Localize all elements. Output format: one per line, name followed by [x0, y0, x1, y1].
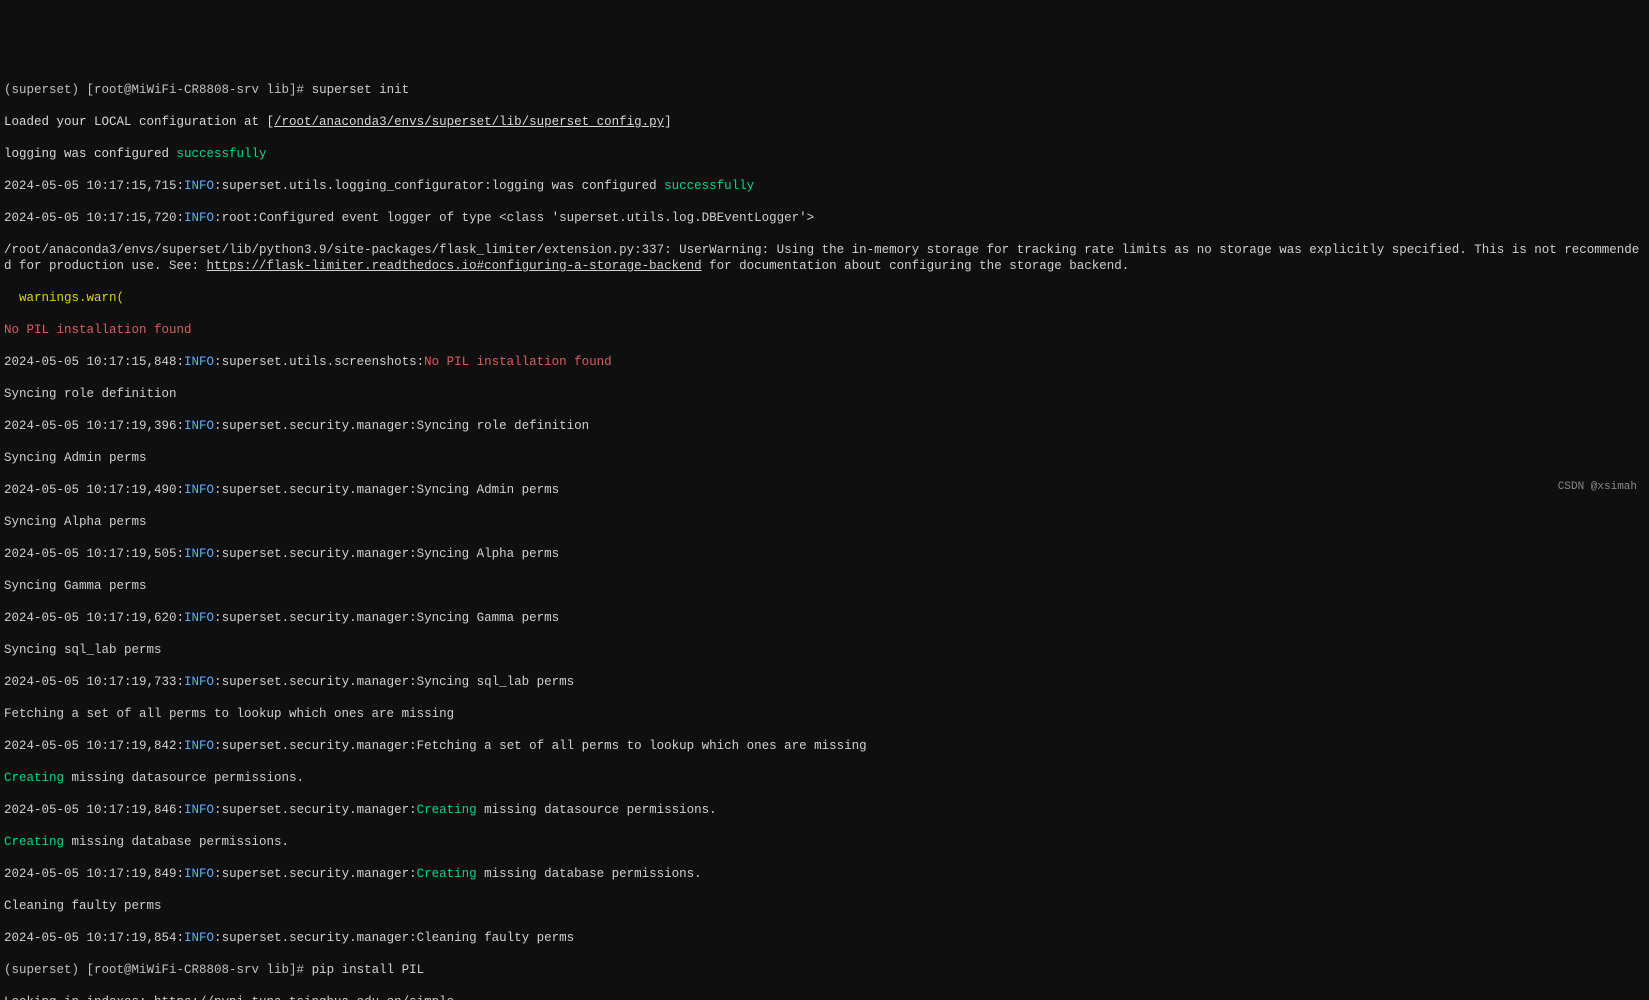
syncing-line: Syncing sql_lab perms [4, 642, 1645, 658]
success-text: successfully [177, 147, 267, 161]
log-level: INFO [184, 867, 214, 881]
syncing-line: Syncing role definition [4, 386, 1645, 402]
command-text: superset init [312, 83, 410, 97]
log-entry: 2024-05-05 10:17:15,715:INFO:superset.ut… [4, 178, 1645, 194]
log-entry: 2024-05-05 10:17:15,848:INFO:superset.ut… [4, 354, 1645, 370]
terminal-output: (superset) [root@MiWiFi-CR8808-srv lib]#… [4, 66, 1645, 1000]
fetching-line: Fetching a set of all perms to lookup wh… [4, 706, 1645, 722]
log-entry: 2024-05-05 10:17:19,846:INFO:superset.se… [4, 802, 1645, 818]
log-level: INFO [184, 803, 214, 817]
log-level: INFO [184, 675, 214, 689]
logging-line: logging was configured successfully [4, 146, 1645, 162]
warning-line: /root/anaconda3/envs/superset/lib/python… [4, 242, 1645, 274]
syncing-line: Syncing Gamma perms [4, 578, 1645, 594]
log-entry: 2024-05-05 10:17:19,490:INFO:superset.se… [4, 482, 1645, 498]
log-entry: 2024-05-05 10:17:15,720:INFO:root:Config… [4, 210, 1645, 226]
prompt-line-1[interactable]: (superset) [root@MiWiFi-CR8808-srv lib]#… [4, 82, 1645, 98]
log-entry: 2024-05-05 10:17:19,854:INFO:superset.se… [4, 930, 1645, 946]
prompt-line-2[interactable]: (superset) [root@MiWiFi-CR8808-srv lib]#… [4, 962, 1645, 978]
syncing-line: Syncing Admin perms [4, 450, 1645, 466]
command-text: pip install PIL [312, 963, 425, 977]
log-entry: 2024-05-05 10:17:19,849:INFO:superset.se… [4, 866, 1645, 882]
syncing-line: Syncing Alpha perms [4, 514, 1645, 530]
log-entry: 2024-05-05 10:17:19,620:INFO:superset.se… [4, 610, 1645, 626]
shell-prompt: (superset) [root@MiWiFi-CR8808-srv lib]# [4, 83, 312, 97]
log-level: INFO [184, 211, 214, 225]
warning-indent: warnings.warn( [4, 290, 1645, 306]
log-level: INFO [184, 419, 214, 433]
doc-url[interactable]: https://flask-limiter.readthedocs.io#con… [207, 259, 702, 273]
watermark: CSDN @xsimah [1558, 480, 1637, 494]
log-level: INFO [184, 931, 214, 945]
log-entry: 2024-05-05 10:17:19,842:INFO:superset.se… [4, 738, 1645, 754]
cleaning-line: Cleaning faulty perms [4, 898, 1645, 914]
log-level: INFO [184, 483, 214, 497]
creating-line: Creating missing datasource permissions. [4, 770, 1645, 786]
log-level: INFO [184, 611, 214, 625]
index-url[interactable]: https://pypi.tuna.tsinghua.edu.cn/simple [154, 995, 454, 1000]
config-path: /root/anaconda3/envs/superset/lib/supers… [274, 115, 664, 129]
log-entry: 2024-05-05 10:17:19,733:INFO:superset.se… [4, 674, 1645, 690]
log-level: INFO [184, 355, 214, 369]
log-level: INFO [184, 179, 214, 193]
config-line: Loaded your LOCAL configuration at [/roo… [4, 114, 1645, 130]
log-entry: 2024-05-05 10:17:19,396:INFO:superset.se… [4, 418, 1645, 434]
log-level: INFO [184, 739, 214, 753]
creating-line: Creating missing database permissions. [4, 834, 1645, 850]
log-entry: 2024-05-05 10:17:19,505:INFO:superset.se… [4, 546, 1645, 562]
shell-prompt: (superset) [root@MiWiFi-CR8808-srv lib]# [4, 963, 312, 977]
log-level: INFO [184, 547, 214, 561]
pil-error-line: No PIL installation found [4, 322, 1645, 338]
looking-line: Looking in indexes: https://pypi.tuna.ts… [4, 994, 1645, 1000]
